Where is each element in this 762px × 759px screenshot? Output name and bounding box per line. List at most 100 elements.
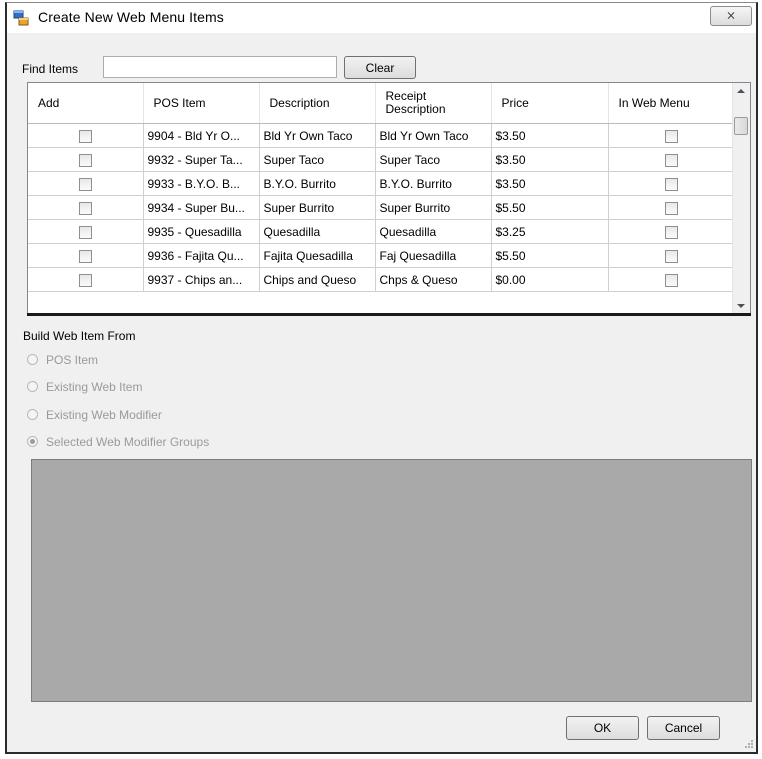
close-button[interactable]: ⨯ (710, 6, 752, 26)
title-bar: Create New Web Menu Items ⨯ (7, 3, 756, 33)
add-checkbox[interactable] (78, 177, 92, 191)
header-in-web-menu[interactable]: In Web Menu (608, 83, 735, 124)
radio-existing-web-modifier[interactable]: Existing Web Modifier (27, 407, 162, 423)
pos-item-cell[interactable]: 9935 - Quesadilla (143, 219, 260, 244)
in-web-menu-checkbox[interactable] (664, 153, 678, 167)
add-checkbox[interactable] (78, 153, 92, 167)
radio-pos-item-button[interactable] (27, 354, 38, 366)
build-web-item-from-label: Build Web Item From (23, 329, 136, 343)
in-web-menu-cell (608, 195, 735, 220)
in-web-menu-cell (608, 243, 735, 268)
header-receipt-description[interactable]: Receipt Description (375, 83, 492, 124)
add-cell (28, 219, 144, 244)
receipt-description-cell[interactable]: B.Y.O. Burrito (375, 171, 492, 196)
table-row: 9934 - Super Bu... Super Burrito Super B… (28, 195, 735, 220)
price-cell[interactable]: $5.50 (491, 243, 609, 268)
receipt-description-cell[interactable]: Bld Yr Own Taco (375, 123, 492, 148)
cancel-button[interactable]: Cancel (647, 716, 720, 740)
pos-item-cell[interactable]: 9933 - B.Y.O. B... (143, 171, 260, 196)
price-cell[interactable]: $3.50 (491, 171, 609, 196)
table-row: 9932 - Super Ta... Super Taco Super Taco… (28, 147, 735, 172)
in-web-menu-cell (608, 267, 735, 292)
description-cell[interactable]: Super Burrito (259, 195, 376, 220)
items-table: Add POS Item Description Receipt Descript… (28, 83, 735, 292)
add-cell (28, 123, 144, 148)
find-items-input[interactable] (103, 56, 337, 78)
receipt-description-cell[interactable]: Quesadilla (375, 219, 492, 244)
in-web-menu-cell (608, 219, 735, 244)
radio-selected-web-modifier-groups-label: Selected Web Modifier Groups (46, 434, 210, 449)
receipt-description-cell[interactable]: Chps & Queso (375, 267, 492, 292)
pos-item-cell[interactable]: 9937 - Chips an... (143, 267, 260, 292)
price-cell[interactable]: $3.50 (491, 147, 609, 172)
radio-existing-web-item-label: Existing Web Item (46, 379, 143, 394)
description-cell[interactable]: Quesadilla (259, 219, 376, 244)
header-receipt-line2: Description (385, 102, 446, 116)
description-cell[interactable]: Bld Yr Own Taco (259, 123, 376, 148)
header-receipt-line1: Receipt (385, 89, 427, 103)
pos-item-cell[interactable]: 9934 - Super Bu... (143, 195, 260, 220)
pos-item-cell[interactable]: 9904 - Bld Yr O... (143, 123, 260, 148)
description-cell[interactable]: Chips and Queso (259, 267, 376, 292)
pos-item-cell[interactable]: 9936 - Fajita Qu... (143, 243, 260, 268)
price-cell[interactable]: $3.50 (491, 123, 609, 148)
in-web-menu-checkbox[interactable] (664, 129, 678, 143)
radio-pos-item-label: POS Item (46, 352, 99, 367)
header-pos-item[interactable]: POS Item (143, 83, 260, 124)
create-web-menu-items-dialog: Create New Web Menu Items ⨯ Find Items C… (5, 2, 758, 754)
radio-existing-web-modifier-button[interactable] (27, 409, 38, 421)
header-description[interactable]: Description (259, 83, 376, 124)
price-cell[interactable]: $5.50 (491, 195, 609, 220)
ok-button[interactable]: OK (566, 716, 639, 740)
description-cell[interactable]: Super Taco (259, 147, 376, 172)
app-window-icon (13, 10, 29, 26)
add-checkbox[interactable] (78, 201, 92, 215)
in-web-menu-cell (608, 147, 735, 172)
radio-pos-item[interactable]: POS Item (27, 352, 98, 368)
find-items-label: Find Items (22, 62, 79, 76)
scroll-thumb[interactable] (734, 117, 748, 135)
window-title: Create New Web Menu Items (38, 9, 224, 25)
in-web-menu-cell (608, 123, 735, 148)
radio-existing-web-item[interactable]: Existing Web Item (27, 379, 142, 395)
pos-item-cell[interactable]: 9932 - Super Ta... (143, 147, 260, 172)
radio-existing-web-modifier-label: Existing Web Modifier (46, 407, 162, 422)
radio-selected-web-modifier-groups-button[interactable] (27, 436, 38, 448)
table-row: 9935 - Quesadilla Quesadilla Quesadilla … (28, 219, 735, 244)
clear-button[interactable]: Clear (344, 56, 416, 79)
add-checkbox[interactable] (78, 129, 92, 143)
receipt-description-cell[interactable]: Super Burrito (375, 195, 492, 220)
add-checkbox[interactable] (78, 273, 92, 287)
radio-existing-web-item-button[interactable] (27, 381, 38, 393)
in-web-menu-checkbox[interactable] (664, 249, 678, 263)
price-cell[interactable]: $0.00 (491, 267, 609, 292)
items-grid[interactable]: Add POS Item Description Receipt Descript… (27, 82, 751, 315)
scroll-down-arrow-icon[interactable] (737, 304, 745, 308)
add-cell (28, 195, 144, 220)
resize-grip-icon[interactable] (744, 739, 754, 749)
scroll-up-arrow-icon[interactable] (737, 89, 745, 93)
grid-bottom-border (27, 313, 751, 316)
radio-selected-web-modifier-groups[interactable]: Selected Web Modifier Groups (27, 434, 209, 450)
header-price[interactable]: Price (491, 83, 609, 124)
in-web-menu-checkbox[interactable] (664, 225, 678, 239)
dialog-body: Find Items Clear Add POS Item Descriptio… (7, 33, 756, 751)
close-icon: ⨯ (725, 8, 737, 22)
add-checkbox[interactable] (78, 249, 92, 263)
header-row: Add POS Item Description Receipt Descript… (28, 83, 735, 124)
description-cell[interactable]: B.Y.O. Burrito (259, 171, 376, 196)
in-web-menu-checkbox[interactable] (664, 201, 678, 215)
in-web-menu-checkbox[interactable] (664, 273, 678, 287)
in-web-menu-checkbox[interactable] (664, 177, 678, 191)
receipt-description-cell[interactable]: Super Taco (375, 147, 492, 172)
receipt-description-cell[interactable]: Faj Quesadilla (375, 243, 492, 268)
add-cell (28, 171, 144, 196)
add-cell (28, 243, 144, 268)
web-modifier-groups-panel (31, 459, 752, 702)
header-add[interactable]: Add (28, 83, 144, 124)
add-cell (28, 267, 144, 292)
add-checkbox[interactable] (78, 225, 92, 239)
grid-vertical-scrollbar[interactable] (732, 83, 750, 314)
description-cell[interactable]: Fajita Quesadilla (259, 243, 376, 268)
price-cell[interactable]: $3.25 (491, 219, 609, 244)
